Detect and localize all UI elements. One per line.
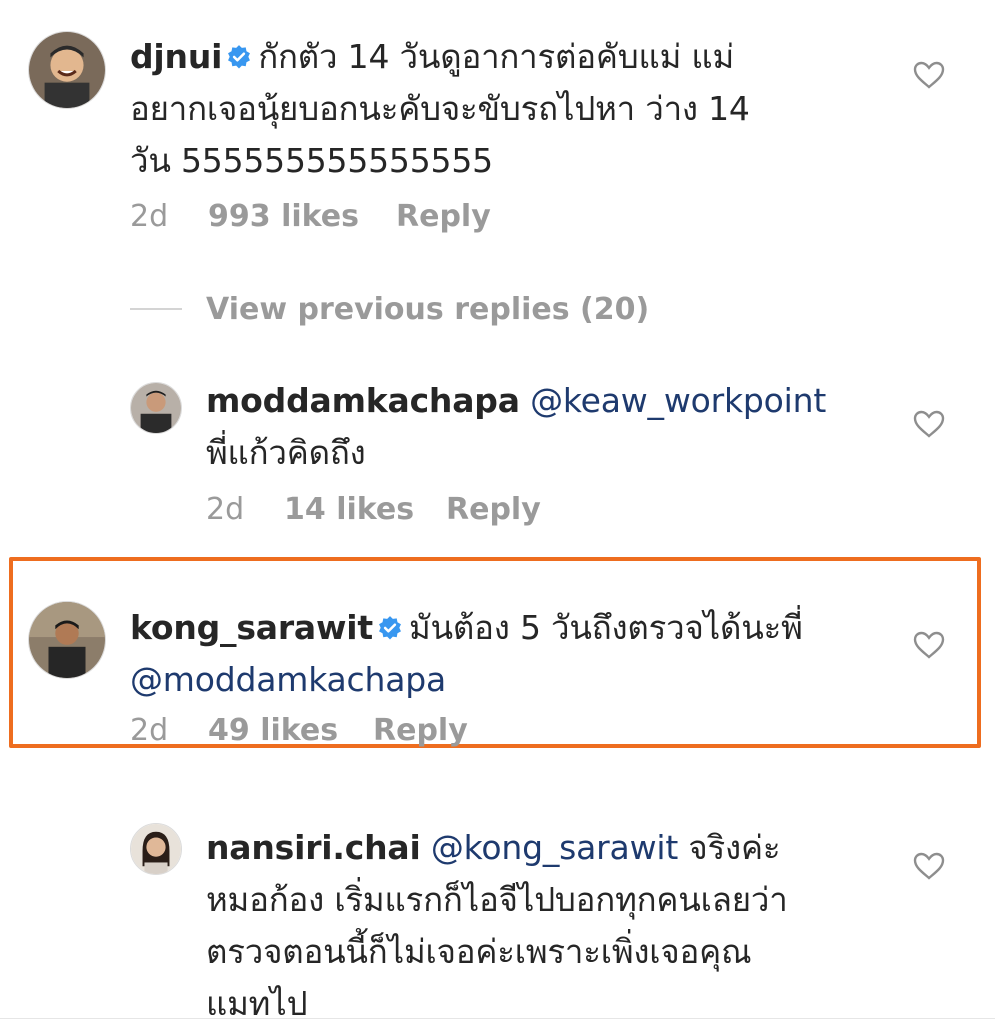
heart-icon[interactable] <box>912 409 946 439</box>
comment-text: djnui กักตัว 14 วันดูอาการต่อคับแม่ แม่ อ… <box>130 31 890 187</box>
view-previous-replies[interactable]: View previous replies (20) <box>130 287 649 331</box>
comment-body: กักตัว 14 วันดูอาการต่อคับแม่ แม่ <box>258 37 735 76</box>
username[interactable]: kong_sarawit <box>130 608 373 647</box>
heart-icon[interactable] <box>912 630 946 660</box>
comment-text: kong_sarawit มันต้อง 5 วันถึงตรวจได้นะพี่… <box>130 602 890 706</box>
likes-count[interactable]: 49 likes <box>208 713 373 748</box>
divider-line <box>0 1018 995 1019</box>
comment-body: จริงค่ะ <box>688 828 781 867</box>
comment-text: moddamkachapa @keaw_workpoint พี่แก้วคิด… <box>206 375 886 479</box>
mention-link[interactable]: @keaw_workpoint <box>530 381 826 420</box>
comment-body: พี่แก้วคิดถึง <box>206 433 366 472</box>
comment-body-line: แมทไป <box>206 984 308 1023</box>
avatar[interactable] <box>130 823 182 875</box>
mention-link[interactable]: @moddamkachapa <box>130 654 890 706</box>
username[interactable]: djnui <box>130 37 222 76</box>
comment-body-line: อยากเจอนุ้ยบอกนะคับจะขับรถไปหา ว่าง 14 <box>130 89 750 128</box>
username[interactable]: moddamkachapa <box>206 381 520 420</box>
reply-button[interactable]: Reply <box>446 492 541 527</box>
likes-count[interactable]: 14 likes <box>284 492 446 527</box>
heart-icon[interactable] <box>912 851 946 881</box>
timestamp: 2d <box>130 713 169 748</box>
avatar[interactable] <box>28 31 106 109</box>
reply-button[interactable]: Reply <box>396 199 491 234</box>
likes-count[interactable]: 993 likes <box>208 199 396 234</box>
comment-meta: 2d 993 likes Reply <box>130 199 491 234</box>
avatar[interactable] <box>130 382 182 434</box>
verified-badge-icon <box>226 33 252 69</box>
mention-link[interactable]: @kong_sarawit <box>431 828 678 867</box>
comment-body-line: ตรวจตอนนี้ก็ไม่เจอค่ะเพราะเพิ่งเจอคุณ <box>206 932 752 971</box>
comment-text: nansiri.chai @kong_sarawit จริงค่ะ หมอก้… <box>206 822 906 1030</box>
view-previous-replies-label[interactable]: View previous replies (20) <box>206 292 649 327</box>
comment-meta: 2d 14 likes Reply <box>206 492 541 527</box>
heart-icon[interactable] <box>912 60 946 90</box>
timestamp: 2d <box>130 199 169 234</box>
comment-body: มันต้อง 5 วันถึงตรวจได้นะพี่ <box>408 608 803 647</box>
comment-body-line: วัน 555555555555555 <box>130 141 493 180</box>
reply-button[interactable]: Reply <box>373 713 468 748</box>
divider-line <box>130 308 182 310</box>
comment-meta: 2d 49 likes Reply <box>130 713 468 748</box>
avatar[interactable] <box>28 601 106 679</box>
comment-body-line: หมอก้อง เริ่มแรกก็ไอจีไปบอกทุกคนเลยว่า <box>206 880 788 919</box>
username[interactable]: nansiri.chai <box>206 828 421 867</box>
verified-badge-icon <box>377 604 403 640</box>
timestamp: 2d <box>206 492 245 527</box>
